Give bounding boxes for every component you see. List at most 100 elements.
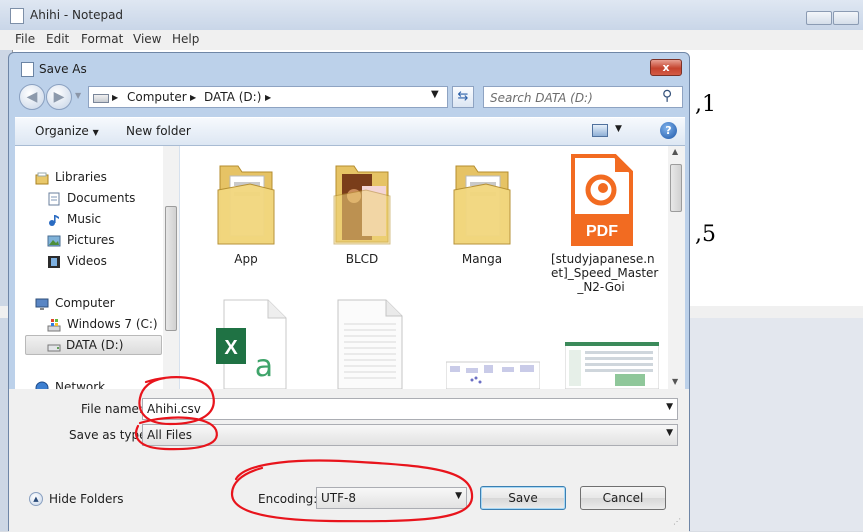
text-document-icon (337, 299, 403, 389)
menu-edit[interactable]: Edit (46, 32, 69, 46)
save-options-panel: File name: Ahihi.csv ▼ Save as type: All… (9, 389, 689, 532)
file-item-pdf[interactable]: PDF [studyjapanese.n et]_Speed_Master _N… (551, 154, 658, 294)
nav-label: Music (67, 212, 102, 226)
scroll-down-icon[interactable]: ▼ (672, 377, 678, 386)
save-as-type-value: All Files (147, 428, 193, 442)
image-thumbnail-icon (565, 342, 659, 389)
scrollbar-thumb[interactable] (165, 206, 177, 331)
close-button[interactable]: x (650, 59, 682, 76)
command-toolbar: Organize ▼ New folder ▼ ? (15, 117, 685, 146)
recent-locations-dropdown-icon[interactable]: ▼ (75, 91, 81, 100)
nav-label: Documents (67, 191, 136, 205)
nav-item-network[interactable]: Network (35, 378, 160, 389)
cancel-button[interactable]: Cancel (580, 486, 666, 510)
notepad-title: Ahihi - Notepad (30, 8, 124, 22)
scroll-up-icon[interactable]: ▲ (672, 147, 678, 156)
encoding-select[interactable]: UTF-8 ▼ (316, 487, 467, 509)
navigation-bar: ◀ ▶ ▼ ▶ Computer ▶ DATA (D:) ▶ ▼ ⇆ ⚲ (15, 81, 685, 115)
browser-content: Libraries Documents Music Pictures Video… (15, 146, 685, 389)
nav-item-pictures[interactable]: Pictures (47, 231, 160, 251)
forward-button[interactable]: ▶ (46, 84, 72, 110)
libraries-icon (35, 172, 49, 185)
change-view-icon[interactable] (592, 124, 608, 137)
dialog-notepad-icon (21, 62, 34, 77)
music-icon (49, 215, 59, 226)
file-item-image[interactable] (551, 296, 659, 389)
file-name-value: Ahihi.csv (147, 402, 201, 416)
menu-file[interactable]: File (15, 32, 35, 46)
breadcrumb-separator-icon[interactable]: ▶ (190, 93, 196, 102)
file-list: App BLCD Manga PDF [studyjapanese.n et]_… (180, 146, 668, 389)
breadcrumb-computer[interactable]: Computer (127, 90, 187, 104)
computer-icon (35, 298, 49, 310)
hide-folders-label: Hide Folders (49, 492, 124, 506)
breadcrumb-separator-icon[interactable]: ▶ (265, 93, 271, 102)
save-as-dialog: Save As x ◀ ▶ ▼ ▶ Computer ▶ DATA (D:) ▶… (8, 52, 690, 532)
pictures-icon (47, 235, 61, 247)
nav-item-data-drive[interactable]: DATA (D:) (25, 335, 162, 355)
network-icon (35, 381, 49, 389)
file-item-excel[interactable]: X a (196, 296, 296, 389)
nav-label: Pictures (67, 233, 115, 247)
breadcrumb-separator-icon[interactable]: ▶ (112, 93, 118, 102)
editor-text-line: ,5 (695, 222, 716, 247)
nav-item-music[interactable]: Music (47, 210, 160, 230)
file-item-image[interactable] (432, 296, 540, 389)
navigation-pane: Libraries Documents Music Pictures Video… (15, 146, 180, 389)
nav-item-documents[interactable]: Documents (47, 189, 160, 209)
resize-grip-icon[interactable]: ⋰ (673, 517, 687, 531)
refresh-icon: ⇆ (457, 89, 469, 104)
file-item-app[interactable]: App (196, 156, 296, 266)
nav-label: DATA (D:) (66, 338, 124, 352)
pdf-icon: PDF (571, 154, 633, 246)
videos-icon (48, 256, 60, 268)
search-icon[interactable]: ⚲ (662, 88, 672, 104)
back-button[interactable]: ◀ (19, 84, 45, 110)
breadcrumb-data-drive[interactable]: DATA (D:) (204, 90, 261, 104)
back-arrow-icon: ◀ (26, 89, 38, 105)
view-options-dropdown-icon[interactable]: ▼ (615, 124, 622, 134)
address-dropdown-icon[interactable]: ▼ (431, 89, 439, 100)
nav-item-computer[interactable]: Computer (35, 294, 160, 314)
file-list-scrollbar[interactable]: ▲ ▼ (668, 146, 685, 389)
search-input[interactable] (488, 89, 662, 107)
save-button[interactable]: Save (480, 486, 566, 510)
file-name-line: [studyjapanese.n (551, 252, 655, 266)
documents-icon (48, 192, 60, 206)
nav-label: Windows 7 (C:) (67, 317, 158, 331)
navigation-scrollbar[interactable] (163, 146, 179, 389)
chevron-down-icon[interactable]: ▼ (666, 402, 673, 412)
nav-label: Network (55, 380, 106, 389)
organize-button[interactable]: Organize ▼ (35, 124, 99, 138)
organize-label: Organize (35, 124, 89, 138)
scrollbar-thumb[interactable] (670, 164, 682, 212)
maximize-button[interactable] (833, 11, 859, 25)
new-folder-button[interactable]: New folder (126, 124, 191, 138)
menu-format[interactable]: Format (81, 32, 123, 46)
notepad-icon (10, 8, 24, 24)
encoding-label: Encoding: (258, 492, 318, 506)
menu-view[interactable]: View (133, 32, 161, 46)
windows-drive-icon (47, 319, 61, 332)
image-thumbnail-icon (446, 361, 540, 389)
nav-label: Computer (55, 296, 115, 310)
save-as-type-select[interactable]: All Files ▼ (142, 424, 678, 446)
address-bar[interactable]: ▶ Computer ▶ DATA (D:) ▶ ▼ (88, 86, 448, 108)
file-name-field[interactable]: Ahihi.csv ▼ (142, 398, 678, 420)
file-item-text[interactable] (314, 296, 414, 389)
drive-icon (93, 94, 109, 103)
chevron-down-icon: ▼ (92, 128, 99, 137)
search-box[interactable]: ⚲ (483, 86, 683, 108)
file-item-blcd[interactable]: BLCD (312, 156, 412, 266)
chevron-down-icon: ▼ (455, 491, 462, 501)
help-button[interactable]: ? (660, 122, 677, 139)
nav-item-videos[interactable]: Videos (47, 252, 160, 272)
nav-item-windows-drive[interactable]: Windows 7 (C:) (47, 315, 160, 335)
refresh-button[interactable]: ⇆ (452, 86, 474, 108)
menu-help[interactable]: Help (172, 32, 199, 46)
nav-item-libraries[interactable]: Libraries (35, 168, 160, 188)
editor-text-line: ,1 (695, 92, 716, 117)
dialog-title: Save As (39, 62, 87, 76)
file-item-manga[interactable]: Manga (432, 156, 532, 266)
minimize-button[interactable] (806, 11, 832, 25)
